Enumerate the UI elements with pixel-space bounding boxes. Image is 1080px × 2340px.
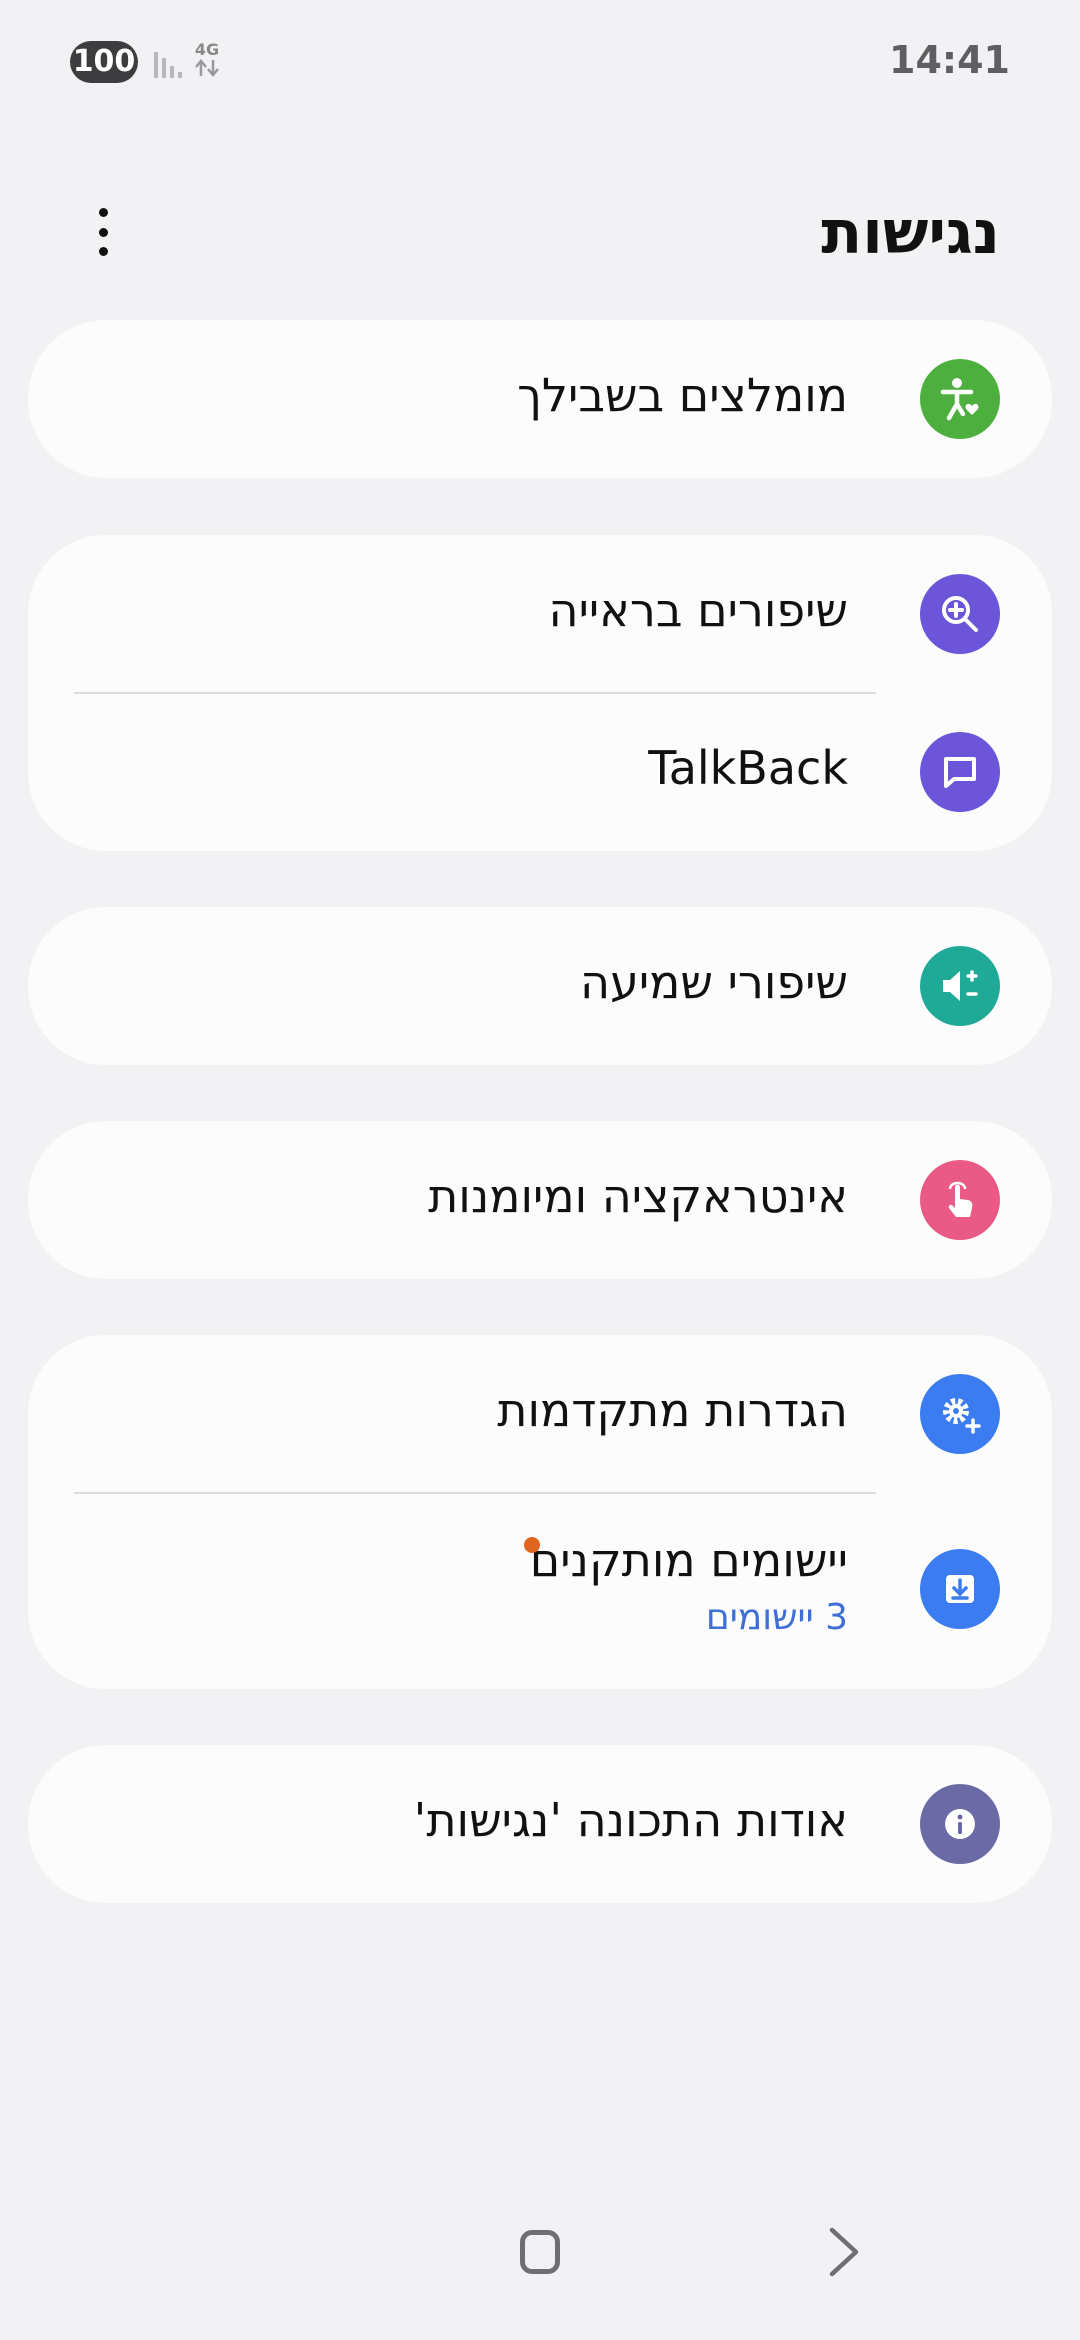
card-about: אודות התכונה 'נגישות' [28, 1745, 1052, 1903]
card-advanced: הגדרות מתקדמות יישומים מותקנים 3 יישומים [28, 1335, 1052, 1689]
new-badge-dot [524, 1537, 540, 1553]
navigation-bar [0, 2200, 1080, 2340]
download-box-icon [920, 1549, 1000, 1629]
more-vert-icon [98, 208, 108, 217]
menu-item-sublabel: 3 יישומים [705, 1597, 848, 1638]
app-header: נגישות [0, 180, 1080, 280]
gear-plus-icon [920, 1374, 1000, 1454]
menu-item-label: אינטראקציה ומיומנות [428, 1169, 848, 1223]
menu-item-label: שיפורי שמיעה [580, 955, 848, 1009]
home-square-icon[interactable] [520, 2230, 560, 2274]
chevron-back-icon[interactable] [824, 2226, 864, 2278]
clock: 14:41 [889, 38, 1010, 82]
battery-indicator: 100 [70, 41, 138, 83]
network-type-icon: 4G [192, 42, 222, 82]
network-label: 4G [194, 40, 220, 59]
signal-icon [154, 52, 182, 78]
menu-item-label: מומלצים בשבילך [517, 368, 848, 422]
more-vert-icon-dot [98, 227, 108, 237]
menu-item-interaction[interactable]: אינטראקציה ומיומנות [28, 1121, 1052, 1279]
menu-item-label: יישומים מותקנים [529, 1533, 848, 1587]
data-arrows-icon [195, 59, 219, 77]
card-vision: שיפורים בראייה TalkBack [28, 535, 1052, 851]
menu-item-label: שיפורים בראייה [548, 583, 848, 637]
menu-item-label: אודות התכונה 'נגישות' [413, 1793, 848, 1847]
menu-item-installed-apps[interactable]: יישומים מותקנים 3 יישומים [28, 1493, 1052, 1689]
menu-item-about[interactable]: אודות התכונה 'נגישות' [28, 1745, 1052, 1903]
zoom-in-icon [920, 574, 1000, 654]
more-vert-icon-dot [98, 247, 108, 256]
menu-item-hearing[interactable]: שיפורי שמיעה [28, 907, 1052, 1065]
card-recommended: מומלצים בשבילך [28, 320, 1052, 478]
page-title: נגישות [821, 198, 1000, 268]
more-options-button[interactable] [78, 202, 128, 262]
menu-item-recommended[interactable]: מומלצים בשבילך [28, 320, 1052, 478]
status-bar: 100 4G 14:41 [0, 0, 1080, 126]
menu-item-advanced-settings[interactable]: הגדרות מתקדמות [28, 1335, 1052, 1493]
volume-plus-icon [920, 946, 1000, 1026]
card-hearing: שיפורי שמיעה [28, 907, 1052, 1065]
menu-item-talkback[interactable]: TalkBack [28, 693, 1052, 851]
info-icon [920, 1784, 1000, 1864]
accessibility-heart-icon [920, 359, 1000, 439]
chat-bubble-icon [920, 732, 1000, 812]
menu-item-label: הגדרות מתקדמות [497, 1383, 848, 1437]
menu-item-vision[interactable]: שיפורים בראייה [28, 535, 1052, 693]
menu-item-label: TalkBack [648, 741, 848, 795]
card-interaction: אינטראקציה ומיומנות [28, 1121, 1052, 1279]
touch-hand-icon [920, 1160, 1000, 1240]
